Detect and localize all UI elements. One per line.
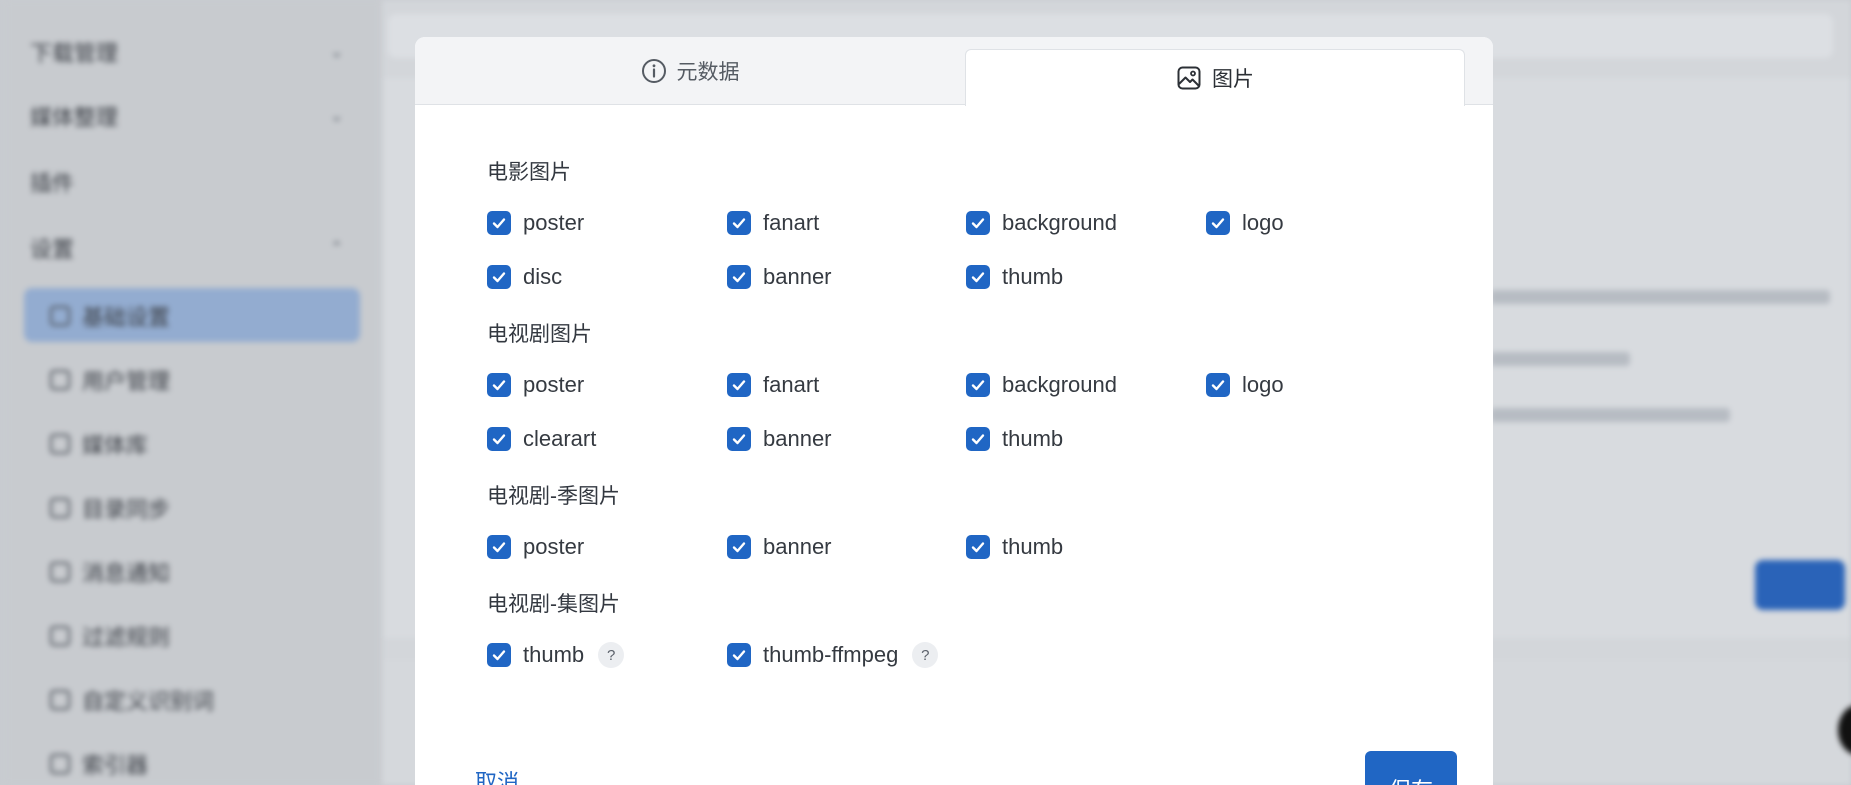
checkbox-episode-thumb[interactable]: thumb? [487,642,625,668]
checkbox-tv-background[interactable]: background [966,372,1117,398]
checkbox-checked-icon [727,211,751,235]
checkbox-checked-icon [487,643,511,667]
checkbox-checked-icon [727,535,751,559]
checkbox-season-poster[interactable]: poster [487,534,584,560]
checkbox-checked-icon [487,535,511,559]
checkbox-label: poster [523,210,585,235]
bg-sidebar-item: 媒体整理 ⌄ [30,105,344,130]
bg-sidebar: 下载管理 ⌄ 媒体整理 ⌄ 插件 设置 ⌃ 基础设置 用户管理 媒体库 目录同步 消息… [6,0,381,785]
tab-label: 图片 [1212,68,1254,91]
help-icon[interactable]: ? [598,642,625,668]
info-icon [641,58,667,84]
bg-sidebar-item: 过滤规则 [50,616,170,656]
tab-label: 元数据 [676,61,740,84]
checkbox-checked-icon [966,265,990,289]
checkbox-label: disc [523,264,563,289]
checkbox-checked-icon [727,373,751,397]
checkbox-checked-icon [487,265,511,289]
checkbox-episode-thumb-ffmpeg[interactable]: thumb-ffmpeg? [727,642,939,668]
checkbox-checked-icon [966,211,990,235]
checkbox-checked-icon [727,265,751,289]
tab-images[interactable]: 图片 [965,49,1465,106]
checkbox-label: fanart [763,372,820,397]
checkbox-label: thumb [523,642,585,667]
checkbox-checked-icon [966,373,990,397]
section-title-movie: 电影图片 [487,161,571,184]
section-title-tv-season: 电视剧-季图片 [487,485,620,508]
checkbox-checked-icon [1206,211,1230,235]
checkbox-label: logo [1242,210,1284,235]
checkbox-label: poster [523,534,585,559]
bg-sidebar-item: 媒体库 [50,424,148,464]
checkbox-movie-poster[interactable]: poster [487,210,584,236]
checkbox-label: thumb [1002,426,1064,451]
checkbox-tv-logo[interactable]: logo [1206,372,1284,398]
checkbox-movie-background[interactable]: background [966,210,1117,236]
bg-text-line [1490,290,1830,304]
checkbox-label: banner [763,426,832,451]
checkbox-label: banner [763,534,832,559]
image-icon [1176,65,1202,91]
help-icon[interactable]: ? [912,642,939,668]
bg-sidebar-item: 索引器 [50,744,148,784]
checkbox-checked-icon [1206,373,1230,397]
bg-sidebar-item: 基础设置 [50,296,170,336]
tab-metadata[interactable]: 元数据 [415,37,965,105]
checkbox-checked-icon [966,535,990,559]
bg-button [1755,560,1845,610]
checkbox-label: thumb [1002,264,1064,289]
checkbox-movie-thumb[interactable]: thumb [966,264,1063,290]
checkbox-tv-fanart[interactable]: fanart [727,372,819,398]
checkbox-tv-clearart[interactable]: clearart [487,426,596,452]
checkbox-checked-icon [966,427,990,451]
checkbox-checked-icon [487,373,511,397]
bg-sidebar-item: 设置 ⌃ [30,237,344,262]
checkbox-label: fanart [763,210,820,235]
bg-sidebar-item: 自定义识别词 [50,680,214,720]
checkbox-tv-banner[interactable]: banner [727,426,832,452]
checkbox-label: thumb-ffmpeg [763,642,899,667]
checkbox-label: clearart [523,426,597,451]
save-button[interactable]: 保存 [1365,751,1457,785]
bg-sidebar-item: 消息通知 [50,552,170,592]
checkbox-label: thumb [1002,534,1064,559]
bg-sidebar-item: 插件 [30,171,75,196]
section-title-tv-episode: 电视剧-集图片 [487,593,620,616]
checkbox-season-thumb[interactable]: thumb [966,534,1063,560]
checkbox-movie-fanart[interactable]: fanart [727,210,819,236]
checkbox-checked-icon [727,427,751,451]
checkbox-movie-banner[interactable]: banner [727,264,832,290]
cancel-button[interactable]: 取消 [475,765,519,785]
checkbox-tv-poster[interactable]: poster [487,372,584,398]
checkbox-movie-disc[interactable]: disc [487,264,562,290]
checkbox-label: banner [763,264,832,289]
checkbox-checked-icon [487,427,511,451]
section-title-tv: 电视剧图片 [487,323,592,346]
checkbox-label: background [1002,210,1117,235]
checkbox-checked-icon [487,211,511,235]
checkbox-movie-logo[interactable]: logo [1206,210,1284,236]
bg-sidebar-item: 下载管理 ⌄ [30,41,344,66]
bg-text-line [1490,408,1730,422]
checkbox-tv-thumb[interactable]: thumb [966,426,1063,452]
image-settings-dialog: 元数据 图片 电影图片 poster fanart background log… [415,37,1493,785]
checkbox-checked-icon [727,643,751,667]
checkbox-label: poster [523,372,585,397]
checkbox-label: background [1002,372,1117,397]
checkbox-label: logo [1242,372,1284,397]
bg-sidebar-item: 目录同步 [50,488,170,528]
checkbox-season-banner[interactable]: banner [727,534,832,560]
tab-bar: 元数据 图片 [415,37,1493,106]
bg-sidebar-item: 用户管理 [50,360,170,400]
bg-text-line [1490,352,1630,366]
